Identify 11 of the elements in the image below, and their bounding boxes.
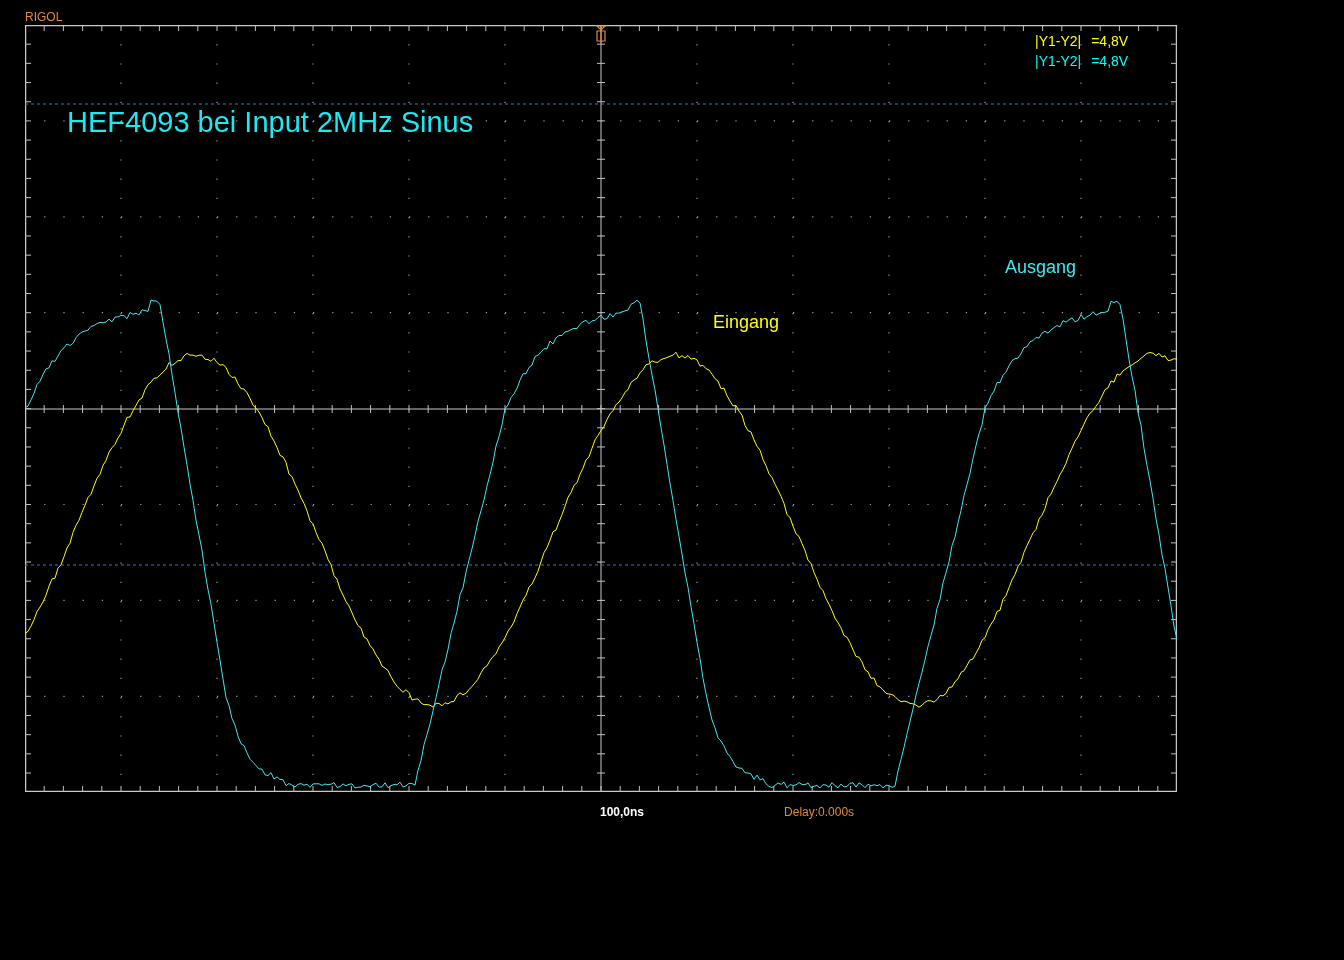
measurement-value: =4,8V [1091, 32, 1129, 51]
plot-title: HEF4093 bei Input 2MHz Sinus [67, 105, 474, 139]
delay-label: Delay:0.000s [784, 804, 855, 820]
measurement-label: |Y1-Y2| [1035, 52, 1082, 71]
trace-label: Eingang [713, 311, 780, 333]
measurement-label: |Y1-Y2| [1035, 32, 1082, 51]
trace-label: Ausgang [1005, 256, 1077, 278]
timebase-label: 100,0ns [600, 804, 645, 820]
measurement-value: =4,8V [1091, 52, 1129, 71]
brand-label: RIGOL [25, 11, 63, 24]
trigger-marker-icon [596, 25, 607, 44]
